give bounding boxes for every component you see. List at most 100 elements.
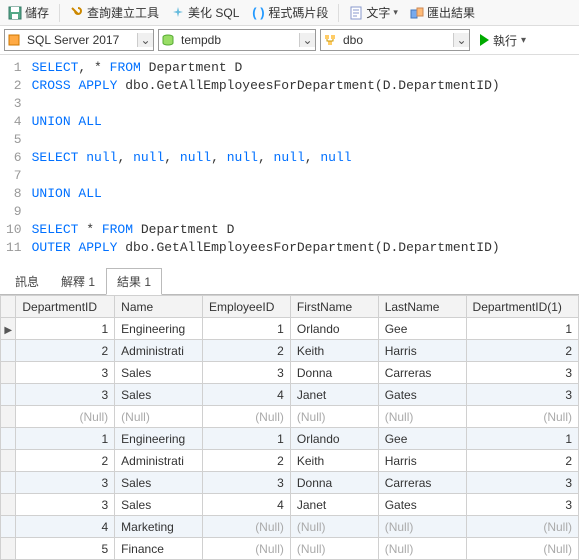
table-row[interactable]: 2Administrati2KeithHarris2 — [1, 450, 579, 472]
run-dropdown-icon[interactable]: ▾ — [521, 35, 526, 46]
tab-results[interactable]: 結果 1 — [106, 268, 162, 295]
cell[interactable]: Harris — [378, 450, 466, 472]
results-grid[interactable]: DepartmentIDNameEmployeeIDFirstNameLastN… — [0, 295, 579, 560]
cell[interactable]: (Null) — [16, 406, 115, 428]
export-button[interactable]: 匯出結果 — [406, 2, 479, 23]
cell[interactable]: 5 — [16, 538, 115, 560]
table-row[interactable]: 5Finance(Null)(Null)(Null)(Null) — [1, 538, 579, 560]
chevron-down-icon[interactable]: ⌄ — [453, 33, 469, 47]
cell[interactable]: 3 — [16, 362, 115, 384]
cell[interactable]: Sales — [115, 362, 203, 384]
code-line[interactable] — [32, 167, 579, 185]
cell[interactable]: 1 — [466, 428, 578, 450]
cell[interactable]: (Null) — [466, 406, 578, 428]
code-line[interactable]: OUTER APPLY dbo.GetAllEmployeesForDepart… — [32, 239, 579, 257]
cell[interactable]: 3 — [16, 494, 115, 516]
cell[interactable]: (Null) — [378, 538, 466, 560]
cell[interactable]: (Null) — [378, 406, 466, 428]
cell[interactable]: Gee — [378, 318, 466, 340]
cell[interactable]: Janet — [290, 494, 378, 516]
cell[interactable]: 3 — [203, 472, 291, 494]
column-header[interactable]: DepartmentID — [16, 296, 115, 318]
column-header[interactable]: EmployeeID — [203, 296, 291, 318]
row-selector[interactable] — [1, 384, 16, 406]
cell[interactable]: Sales — [115, 384, 203, 406]
cell[interactable]: Administrati — [115, 450, 203, 472]
cell[interactable]: Gee — [378, 428, 466, 450]
table-row[interactable]: 3Sales3DonnaCarreras3 — [1, 472, 579, 494]
tab-messages[interactable]: 訊息 — [4, 268, 50, 295]
cell[interactable]: 2 — [16, 450, 115, 472]
cell[interactable]: 4 — [16, 516, 115, 538]
row-selector[interactable] — [1, 538, 16, 560]
cell[interactable]: 1 — [16, 318, 115, 340]
code-line[interactable]: UNION ALL — [32, 113, 579, 131]
run-button[interactable]: 執行 ▾ — [474, 30, 532, 51]
code-line[interactable]: SELECT, * FROM Department D — [32, 59, 579, 77]
row-selector[interactable]: ▶ — [1, 318, 16, 340]
cell[interactable]: 1 — [466, 318, 578, 340]
chevron-down-icon[interactable]: ⌄ — [137, 33, 153, 47]
cell[interactable]: Carreras — [378, 362, 466, 384]
cell[interactable]: Administrati — [115, 340, 203, 362]
column-header[interactable]: DepartmentID(1) — [466, 296, 578, 318]
code-line[interactable]: CROSS APPLY dbo.GetAllEmployeesForDepart… — [32, 77, 579, 95]
save-button[interactable]: 儲存 — [4, 2, 53, 23]
cell[interactable]: 3 — [466, 384, 578, 406]
table-row[interactable]: 1Engineering1OrlandoGee1 — [1, 428, 579, 450]
cell[interactable]: Gates — [378, 494, 466, 516]
cell[interactable]: Marketing — [115, 516, 203, 538]
cell[interactable]: 2 — [16, 340, 115, 362]
code-line[interactable]: SELECT null, null, null, null, null, nul… — [32, 149, 579, 167]
cell[interactable]: Finance — [115, 538, 203, 560]
row-selector[interactable] — [1, 362, 16, 384]
column-header[interactable]: Name — [115, 296, 203, 318]
cell[interactable]: (Null) — [115, 406, 203, 428]
text-button[interactable]: 文字 ▾ — [345, 2, 402, 23]
cell[interactable]: 2 — [466, 450, 578, 472]
cell[interactable]: (Null) — [290, 516, 378, 538]
table-row[interactable]: 2Administrati2KeithHarris2 — [1, 340, 579, 362]
snippets-button[interactable]: ( ) 程式碼片段 — [247, 2, 332, 23]
code-line[interactable] — [32, 95, 579, 113]
column-header[interactable]: FirstName — [290, 296, 378, 318]
cell[interactable]: 3 — [16, 384, 115, 406]
cell[interactable]: Keith — [290, 450, 378, 472]
table-row[interactable]: 3Sales4JanetGates3 — [1, 384, 579, 406]
cell[interactable]: Engineering — [115, 318, 203, 340]
code-area[interactable]: SELECT, * FROM Department DCROSS APPLY d… — [32, 59, 579, 257]
cell[interactable]: Carreras — [378, 472, 466, 494]
query-builder-button[interactable]: 查詢建立工具 — [66, 2, 163, 23]
table-row[interactable]: 3Sales4JanetGates3 — [1, 494, 579, 516]
cell[interactable]: 3 — [466, 472, 578, 494]
cell[interactable]: (Null) — [203, 538, 291, 560]
cell[interactable]: 2 — [203, 450, 291, 472]
cell[interactable]: Gates — [378, 384, 466, 406]
table-row[interactable]: 4Marketing(Null)(Null)(Null)(Null) — [1, 516, 579, 538]
cell[interactable]: (Null) — [378, 516, 466, 538]
cell[interactable]: Donna — [290, 362, 378, 384]
row-selector[interactable] — [1, 494, 16, 516]
server-combo[interactable]: SQL Server 2017 ⌄ — [4, 29, 154, 51]
schema-combo[interactable]: dbo ⌄ — [320, 29, 470, 51]
row-selector[interactable] — [1, 516, 16, 538]
cell[interactable]: Sales — [115, 494, 203, 516]
chevron-down-icon[interactable]: ⌄ — [299, 33, 315, 47]
database-combo[interactable]: tempdb ⌄ — [158, 29, 316, 51]
cell[interactable]: 1 — [203, 318, 291, 340]
cell[interactable]: Sales — [115, 472, 203, 494]
cell[interactable]: (Null) — [203, 406, 291, 428]
cell[interactable]: Keith — [290, 340, 378, 362]
cell[interactable]: Engineering — [115, 428, 203, 450]
cell[interactable]: Donna — [290, 472, 378, 494]
row-selector[interactable] — [1, 428, 16, 450]
cell[interactable]: Orlando — [290, 318, 378, 340]
cell[interactable]: (Null) — [466, 516, 578, 538]
row-selector[interactable] — [1, 406, 16, 428]
code-line[interactable] — [32, 203, 579, 221]
cell[interactable]: Harris — [378, 340, 466, 362]
cell[interactable]: 1 — [203, 428, 291, 450]
cell[interactable]: 3 — [16, 472, 115, 494]
cell[interactable]: 2 — [203, 340, 291, 362]
cell[interactable]: (Null) — [290, 538, 378, 560]
